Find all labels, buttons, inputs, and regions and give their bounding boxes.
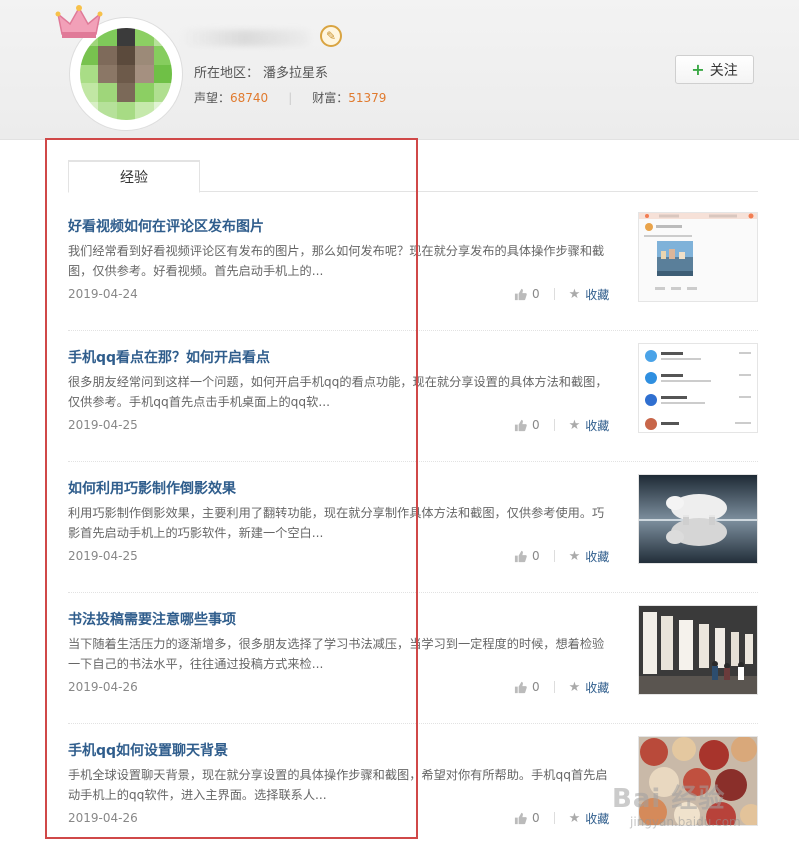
thumbs-up-icon [514, 812, 527, 824]
article-summary: 手机全球设置聊天背景，现在就分享设置的具体操作步骤和截图，希望对你有所帮助。手机… [68, 768, 608, 802]
favorite-label: 收藏 [585, 418, 610, 433]
star-icon: ★ [568, 679, 581, 695]
username-blurred [180, 30, 310, 46]
favorite-button[interactable]: ★ 收藏 [569, 679, 610, 696]
list-item: 好看视频如何在评论区发布图片 我们经常看到好看视频评论区有发布的图片，那么如何发… [68, 200, 758, 331]
reputation-value: 68740 [230, 90, 269, 105]
like-button[interactable]: 0 [514, 680, 540, 694]
article-list: 好看视频如何在评论区发布图片 我们经常看到好看视频评论区有发布的图片，那么如何发… [68, 200, 758, 850]
watermark-url: jingyan.baidu.com [630, 815, 741, 829]
wealth-label: 财富： [312, 91, 349, 105]
article-summary: 利用巧影制作倒影效果，主要利用了翻转功能，现在就分享制作具体方法和截图，仅供参考… [68, 506, 605, 540]
tab-label: 经验 [120, 170, 148, 186]
thumbs-up-icon [514, 419, 527, 431]
like-button[interactable]: 0 [514, 418, 540, 432]
article-title-link[interactable]: 手机qq如何设置聊天背景 [68, 740, 228, 760]
article-summary: 很多朋友经常问到这样一个问题，如何开启手机qq的看点功能，现在就分享设置的具体方… [68, 375, 608, 409]
article-date: 2019-04-24 [68, 287, 138, 301]
stats-row: 声望： 68740 | 财富： 51379 [194, 89, 386, 106]
profile-header: ✎ 所在地区： 潘多拉星系 声望： 68740 | 财富： 51379 + 关注 [0, 0, 799, 140]
article-thumbnail[interactable] [638, 474, 758, 564]
follow-label: 关注 [709, 62, 738, 79]
region-row: 所在地区： 潘多拉星系 [194, 62, 328, 81]
action-divider [553, 550, 555, 562]
action-divider [553, 288, 555, 300]
star-icon: ★ [568, 548, 581, 564]
star-icon: ★ [568, 417, 581, 433]
baidu-jingyan-watermark: Bai 经验 [612, 784, 726, 814]
like-button[interactable]: 0 [514, 811, 540, 825]
wealth-value: 51379 [348, 90, 387, 105]
follow-button[interactable]: + 关注 [675, 55, 754, 84]
like-count: 0 [532, 811, 540, 825]
tab-bar: 经验 [68, 160, 758, 193]
plus-icon: + [691, 60, 705, 79]
pen-badge-icon[interactable]: ✎ [320, 25, 342, 47]
action-divider [553, 419, 555, 431]
article-actions: 0 ★ 收藏 [514, 417, 614, 433]
favorite-button[interactable]: ★ 收藏 [569, 417, 610, 434]
avatar-wrap [55, 5, 182, 130]
thumbs-up-icon [514, 550, 527, 562]
article-thumbnail[interactable] [638, 343, 758, 433]
qq-list-screenshot-image [639, 344, 757, 432]
favorite-button[interactable]: ★ 收藏 [569, 548, 610, 565]
thumbs-up-icon [514, 288, 527, 300]
article-date: 2019-04-25 [68, 549, 138, 563]
like-count: 0 [532, 287, 540, 301]
tab-experience[interactable]: 经验 [68, 160, 200, 193]
list-item: 如何利用巧影制作倒影效果 利用巧影制作倒影效果，主要利用了翻转功能，现在就分享制… [68, 462, 758, 593]
crown-badge-icon [55, 5, 103, 38]
article-title-link[interactable]: 书法投稿需要注意哪些事项 [68, 609, 236, 629]
star-icon: ★ [568, 286, 581, 302]
article-summary: 我们经常看到好看视频评论区有发布的图片，那么如何发布呢？现在就分享发布的具体操作… [68, 244, 605, 278]
article-date: 2019-04-25 [68, 418, 138, 432]
article-title-link[interactable]: 手机qq看点在那？如何开启看点 [68, 347, 270, 367]
article-thumbnail[interactable] [638, 212, 758, 302]
region-label: 所在地区： [194, 66, 260, 81]
article-date: 2019-04-26 [68, 811, 138, 825]
article-date: 2019-04-26 [68, 680, 138, 694]
list-item: 书法投稿需要注意哪些事项 当下随着生活压力的逐渐增多，很多朋友选择了学习书法减压… [68, 593, 758, 724]
like-count: 0 [532, 680, 540, 694]
article-actions: 0 ★ 收藏 [514, 810, 614, 826]
list-item: 手机qq看点在那？如何开启看点 很多朋友经常问到这样一个问题，如何开启手机qq的… [68, 331, 758, 462]
article-summary: 当下随着生活压力的逐渐增多，很多朋友选择了学习书法减压，当学习到一定程度的时候，… [68, 637, 605, 671]
star-icon: ★ [568, 810, 581, 826]
action-divider [553, 681, 555, 693]
favorite-label: 收藏 [585, 549, 610, 564]
favorite-label: 收藏 [585, 680, 610, 695]
action-divider [553, 812, 555, 824]
phone-screenshot-image [639, 213, 757, 301]
favorite-label: 收藏 [585, 287, 610, 302]
like-button[interactable]: 0 [514, 287, 540, 301]
reputation-label: 声望： [194, 91, 231, 105]
article-actions: 0 ★ 收藏 [514, 679, 614, 695]
region-value: 潘多拉星系 [263, 66, 329, 81]
like-button[interactable]: 0 [514, 549, 540, 563]
article-title-link[interactable]: 好看视频如何在评论区发布图片 [68, 216, 264, 236]
favorite-button[interactable]: ★ 收藏 [569, 810, 610, 827]
article-thumbnail[interactable] [638, 605, 758, 695]
polar-bear-reflection-image [639, 475, 757, 563]
calligraphy-exhibition-image [639, 606, 757, 694]
favorite-button[interactable]: ★ 收藏 [569, 286, 610, 303]
thumbs-up-icon [514, 681, 527, 693]
like-count: 0 [532, 549, 540, 563]
like-count: 0 [532, 418, 540, 432]
article-title-link[interactable]: 如何利用巧影制作倒影效果 [68, 478, 236, 498]
article-actions: 0 ★ 收藏 [514, 286, 614, 302]
stats-separator: | [288, 90, 293, 105]
article-actions: 0 ★ 收藏 [514, 548, 614, 564]
favorite-label: 收藏 [585, 811, 610, 826]
